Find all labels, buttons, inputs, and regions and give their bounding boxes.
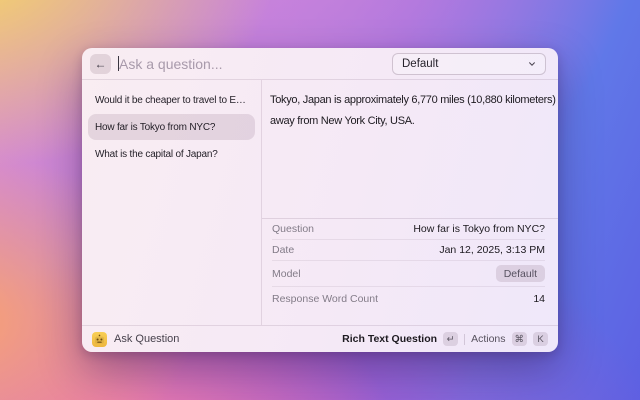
list-item-selected[interactable]: How far is Tokyo from NYC? (88, 114, 255, 140)
main-area: Would it be cheaper to travel to Euro...… (82, 80, 558, 325)
metadata-row-word-count: Response Word Count 14 (272, 287, 545, 311)
metadata-label: Response Word Count (272, 293, 378, 305)
model-badge: Default (496, 265, 545, 282)
footer-bar: Ask Question Rich Text Question ↵ Action… (82, 325, 558, 352)
ask-question-window: ← Default Would it be cheaper to travel … (82, 48, 558, 352)
metadata-label: Question (272, 223, 314, 235)
metadata-row-date: Date Jan 12, 2025, 3:13 PM (272, 240, 545, 261)
command-name: Ask Question (114, 333, 179, 345)
list-item[interactable]: What is the capital of Japan? (88, 141, 255, 167)
actions-button[interactable]: Actions (471, 333, 505, 345)
metadata-value: 14 (533, 293, 545, 305)
metadata-value: Jan 12, 2025, 3:13 PM (439, 244, 545, 256)
back-arrow-icon: ← (95, 57, 107, 71)
question-list: Would it be cheaper to travel to Euro...… (82, 80, 262, 325)
model-dropdown-value: Default (402, 58, 438, 70)
k-key-icon: K (533, 332, 548, 346)
footer-actions: Rich Text Question ↵ Actions ⌘ K (342, 332, 548, 346)
command-key-icon: ⌘ (512, 332, 528, 346)
list-item-label: How far is Tokyo from NYC? (95, 122, 215, 133)
ask-question-input[interactable] (119, 48, 385, 79)
answer-line: away from New York City, USA. (270, 111, 554, 132)
return-key-icon: ↵ (443, 332, 458, 346)
rich-text-question-button[interactable]: Rich Text Question (342, 333, 437, 345)
back-button[interactable]: ← (90, 54, 111, 74)
answer-line: Tokyo, Japan is approximately 6,770 mile… (270, 90, 554, 111)
list-item-label: Would it be cheaper to travel to Euro... (95, 95, 248, 106)
metadata-section: Question How far is Tokyo from NYC? Date… (262, 218, 558, 311)
question-input-wrap (118, 48, 385, 79)
footer-divider (464, 334, 465, 345)
answer-text: Tokyo, Japan is approximately 6,770 mile… (262, 80, 558, 218)
robot-icon (92, 332, 107, 347)
list-item[interactable]: Would it be cheaper to travel to Euro... (88, 87, 255, 113)
chevron-down-icon (528, 60, 536, 68)
metadata-value: How far is Tokyo from NYC? (413, 223, 545, 235)
metadata-label: Model (272, 268, 301, 280)
metadata-row-question: Question How far is Tokyo from NYC? (272, 219, 545, 240)
metadata-label: Date (272, 244, 294, 256)
detail-panel: Tokyo, Japan is approximately 6,770 mile… (262, 80, 558, 325)
metadata-row-model: Model Default (272, 261, 545, 287)
model-dropdown[interactable]: Default (392, 53, 546, 75)
list-item-label: What is the capital of Japan? (95, 149, 218, 160)
topbar: ← Default (82, 48, 558, 80)
